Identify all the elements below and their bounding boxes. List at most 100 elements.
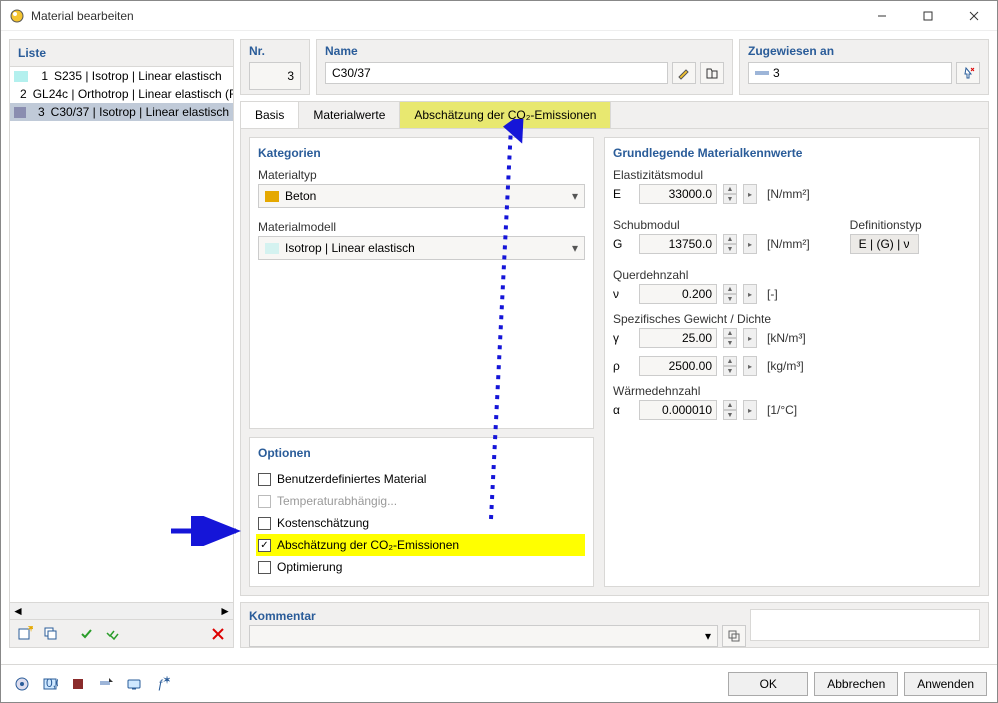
list-label: GL24c | Orthotrop | Linear elastisch (F.… xyxy=(33,87,233,101)
apply-button[interactable]: Anwenden xyxy=(904,672,987,696)
app-icon xyxy=(9,8,25,24)
color-swatch xyxy=(14,107,26,118)
alpha-spinner[interactable]: ▲▼ xyxy=(723,400,737,420)
number-field-box: Nr. xyxy=(240,39,310,95)
option-optimize[interactable]: Optimierung xyxy=(258,556,585,578)
list-item[interactable]: 2 GL24c | Orthotrop | Linear elastisch (… xyxy=(10,85,233,103)
g-go-button[interactable]: ▸ xyxy=(743,234,757,254)
info-button[interactable] xyxy=(11,673,33,695)
list-header: Liste xyxy=(10,40,233,67)
ok-button[interactable]: OK xyxy=(728,672,808,696)
list-index: 1 xyxy=(34,69,48,83)
comment-box: Kommentar ▾ xyxy=(240,602,989,648)
chevron-down-icon: ▾ xyxy=(572,189,578,203)
gamma-input[interactable] xyxy=(639,328,717,348)
gamma-unit: [kN/m³] xyxy=(767,331,806,345)
combo-value: Isotrop | Linear elastisch xyxy=(285,241,415,255)
annotation-dotted-line xyxy=(451,119,551,529)
assign-select-button[interactable] xyxy=(95,673,117,695)
color-swatch xyxy=(265,191,279,202)
deftype-value[interactable]: E | (G) | ν xyxy=(850,234,919,254)
list-item[interactable]: 3 C30/37 | Isotrop | Linear elastisch xyxy=(10,103,233,121)
alpha-input[interactable] xyxy=(639,400,717,420)
g-label: Schubmodul xyxy=(613,218,810,232)
units-button[interactable]: 0,00 xyxy=(39,673,61,695)
checkbox-icon xyxy=(258,517,271,530)
checkbox-icon: ✓ xyxy=(258,539,271,552)
library-button[interactable] xyxy=(700,62,724,84)
e-go-button[interactable]: ▸ xyxy=(743,184,757,204)
alpha-symbol: α xyxy=(613,403,633,417)
nu-input[interactable] xyxy=(639,284,717,304)
tab-basis[interactable]: Basis xyxy=(241,102,299,128)
bar-icon xyxy=(755,68,769,78)
rho-spinner[interactable]: ▲▼ xyxy=(723,356,737,376)
scroll-right-icon[interactable]: ► xyxy=(219,604,231,618)
list-panel: Liste 1 S235 | Isotrop | Linear elastisc… xyxy=(9,39,234,648)
pick-button[interactable] xyxy=(956,62,980,84)
script-button[interactable]: ƒ✶ xyxy=(151,673,173,695)
scroll-left-icon[interactable]: ◄ xyxy=(12,604,24,618)
svg-text:✶: ✶ xyxy=(26,626,33,635)
list-toolbar: ✶ xyxy=(10,619,233,647)
properties-group: Grundlegende Materialkennwerte Elastizit… xyxy=(604,137,980,587)
alpha-label: Wärmedehnzahl xyxy=(613,384,971,398)
list-scrollbar[interactable]: ◄ ► xyxy=(10,602,233,619)
alpha-go-button[interactable]: ▸ xyxy=(743,400,757,420)
new-button[interactable]: ✶ xyxy=(14,623,36,645)
comment-preview xyxy=(750,609,980,641)
nu-go-button[interactable]: ▸ xyxy=(743,284,757,304)
option-label: Optimierung xyxy=(277,560,342,574)
deftype-label: Definitionstyp xyxy=(850,218,922,232)
comment-copy-button[interactable] xyxy=(722,625,746,647)
maximize-button[interactable] xyxy=(905,1,951,31)
svg-text:0,00: 0,00 xyxy=(46,676,58,690)
g-unit: [N/mm²] xyxy=(767,237,810,251)
list-index: 3 xyxy=(32,105,44,119)
gamma-spinner[interactable]: ▲▼ xyxy=(723,328,737,348)
gamma-go-button[interactable]: ▸ xyxy=(743,328,757,348)
list-label: C30/37 | Isotrop | Linear elastisch xyxy=(51,105,229,119)
comment-label: Kommentar xyxy=(249,609,729,623)
g-spinner[interactable]: ▲▼ xyxy=(723,234,737,254)
combo-value: Beton xyxy=(285,189,316,203)
tab-materialwerte[interactable]: Materialwerte xyxy=(299,102,400,128)
number-input[interactable] xyxy=(249,62,301,90)
assigned-to-box: Zugewiesen an 3 xyxy=(739,39,989,95)
e-spinner[interactable]: ▲▼ xyxy=(723,184,737,204)
cancel-button[interactable]: Abbrechen xyxy=(814,672,898,696)
color-swatch xyxy=(265,243,279,254)
nu-symbol: ν xyxy=(613,287,633,301)
assigned-input[interactable]: 3 xyxy=(748,62,952,84)
chevron-down-icon: ▾ xyxy=(705,629,711,643)
nu-spinner[interactable]: ▲▼ xyxy=(723,284,737,304)
e-input[interactable] xyxy=(639,184,717,204)
edit-name-button[interactable] xyxy=(672,62,696,84)
rho-go-button[interactable]: ▸ xyxy=(743,356,757,376)
color-button[interactable] xyxy=(67,673,89,695)
name-field-box: Name xyxy=(316,39,733,95)
assigned-value: 3 xyxy=(773,66,780,80)
rho-input[interactable] xyxy=(639,356,717,376)
option-co2[interactable]: ✓ Abschätzung der CO₂-Emissionen xyxy=(256,534,585,556)
close-button[interactable] xyxy=(951,1,997,31)
copy-button[interactable] xyxy=(40,623,62,645)
display-button[interactable] xyxy=(123,673,145,695)
option-label: Abschätzung der CO₂-Emissionen xyxy=(277,538,459,552)
comment-combo[interactable]: ▾ xyxy=(249,625,718,647)
list-index: 2 xyxy=(20,87,27,101)
chevron-down-icon: ▾ xyxy=(572,241,578,255)
e-unit: [N/mm²] xyxy=(767,187,810,201)
check-all-button[interactable] xyxy=(102,623,124,645)
titlebar: Material bearbeiten xyxy=(1,1,997,31)
list-item[interactable]: 1 S235 | Isotrop | Linear elastisch xyxy=(10,67,233,85)
svg-text:✶: ✶ xyxy=(162,676,170,687)
minimize-button[interactable] xyxy=(859,1,905,31)
check-button[interactable] xyxy=(76,623,98,645)
name-input[interactable] xyxy=(325,62,668,84)
e-symbol: E xyxy=(613,187,633,201)
g-input[interactable] xyxy=(639,234,717,254)
delete-button[interactable] xyxy=(207,623,229,645)
nu-unit: [-] xyxy=(767,287,778,301)
checkbox-icon xyxy=(258,473,271,486)
